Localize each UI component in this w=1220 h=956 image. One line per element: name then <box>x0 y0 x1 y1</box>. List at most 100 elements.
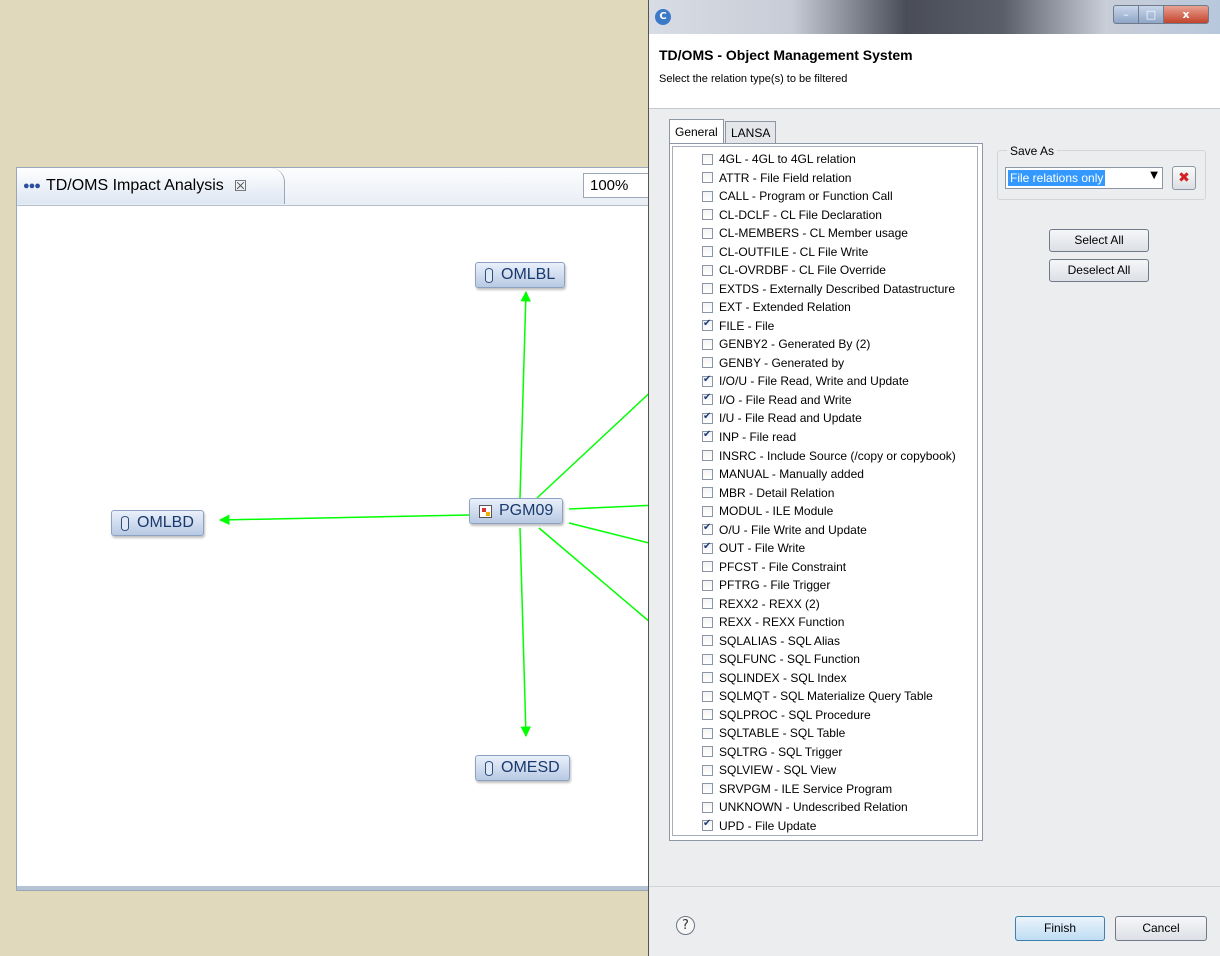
relation-item[interactable]: INSRC - Include Source (/copy or copyboo… <box>673 446 977 465</box>
tab-general[interactable]: General <box>669 119 724 143</box>
cancel-button[interactable]: Cancel <box>1115 916 1207 941</box>
relation-checkbox[interactable] <box>702 746 713 758</box>
relation-checkbox[interactable] <box>702 690 713 702</box>
help-icon[interactable]: ? <box>676 916 695 935</box>
relation-item[interactable]: MANUAL - Manually added <box>673 465 977 484</box>
relation-checkbox[interactable] <box>702 561 713 573</box>
relation-checkbox[interactable] <box>702 468 713 480</box>
relation-checkbox[interactable] <box>702 374 713 387</box>
relation-checkbox[interactable] <box>702 801 713 813</box>
relation-checkbox[interactable] <box>702 153 713 165</box>
relation-label: EXTDS - Externally Described Datastructu… <box>719 281 956 296</box>
relation-item[interactable]: FILE - File <box>673 317 977 336</box>
relation-item[interactable]: EXTDS - Externally Described Datastructu… <box>673 280 977 299</box>
relation-item[interactable]: SQLTABLE - SQL Table <box>673 724 977 743</box>
delete-filter-button[interactable]: ✖ <box>1172 166 1196 190</box>
relation-checkbox[interactable] <box>702 318 713 332</box>
relation-checkbox[interactable] <box>702 653 713 665</box>
relation-item[interactable]: CL-OUTFILE - CL File Write <box>673 243 977 262</box>
relation-item[interactable]: I/O/U - File Read, Write and Update <box>673 372 977 391</box>
relation-checkbox[interactable] <box>702 246 713 258</box>
relation-label: GENBY2 - Generated By (2) <box>719 337 871 352</box>
relation-checkbox[interactable] <box>702 283 713 295</box>
relation-checkbox[interactable] <box>702 301 713 313</box>
relation-checkbox[interactable] <box>702 522 713 536</box>
maximize-button[interactable]: □ <box>1138 5 1164 24</box>
chevron-down-icon[interactable]: ▼ <box>1150 170 1158 181</box>
relation-checkbox[interactable] <box>702 579 713 591</box>
relation-checkbox[interactable] <box>702 598 713 610</box>
relation-item[interactable]: UPD - File Update <box>673 817 977 836</box>
relation-checkbox[interactable] <box>702 487 713 499</box>
relation-item[interactable]: PFTRG - File Trigger <box>673 576 977 595</box>
relation-checkbox[interactable] <box>702 709 713 721</box>
relation-checkbox[interactable] <box>702 818 713 832</box>
dialog-titlebar[interactable]: C – □ x <box>649 0 1220 34</box>
relation-item[interactable]: MBR - Detail Relation <box>673 483 977 502</box>
relation-item[interactable]: REXX2 - REXX (2) <box>673 594 977 613</box>
relation-checkbox[interactable] <box>702 338 713 350</box>
node-pgm09[interactable]: PGM09 <box>469 498 564 524</box>
relation-item[interactable]: REXX - REXX Function <box>673 613 977 632</box>
relation-label: PFCST - File Constraint <box>719 559 847 574</box>
relation-item[interactable]: OUT - File Write <box>673 539 977 558</box>
relation-checkbox[interactable] <box>702 172 713 184</box>
relation-item[interactable]: SQLMQT - SQL Materialize Query Table <box>673 687 977 706</box>
relation-checkbox[interactable] <box>702 541 713 554</box>
node-omesd[interactable]: OMESD <box>475 755 570 781</box>
close-icon[interactable]: ☒ <box>234 177 247 195</box>
relation-checkbox[interactable] <box>702 505 713 517</box>
minimize-button[interactable]: – <box>1113 5 1139 24</box>
deselect-all-button[interactable]: Deselect All <box>1049 259 1149 282</box>
tab-impact-analysis[interactable]: ●●● TD/OMS Impact Analysis ☒ <box>17 168 285 204</box>
relation-item[interactable]: I/O - File Read and Write <box>673 391 977 410</box>
relation-item[interactable]: CALL - Program or Function Call <box>673 187 977 206</box>
node-omlbl[interactable]: OMLBL <box>475 262 566 288</box>
relation-item[interactable]: PFCST - File Constraint <box>673 557 977 576</box>
select-all-button[interactable]: Select All <box>1049 229 1149 252</box>
relation-checkbox[interactable] <box>702 227 713 239</box>
relation-list[interactable]: 4GL - 4GL to 4GL relation ATTR - File Fie… <box>672 146 978 836</box>
finish-button[interactable]: Finish <box>1015 916 1105 941</box>
relation-checkbox[interactable] <box>702 783 713 795</box>
relation-item[interactable]: SQLTRG - SQL Trigger <box>673 743 977 762</box>
save-as-combo[interactable]: File relations only ▼ <box>1005 167 1163 189</box>
relation-label: INP - File read <box>719 429 797 444</box>
relation-item[interactable]: SRVPGM - ILE Service Program <box>673 780 977 799</box>
relation-checkbox[interactable] <box>702 727 713 739</box>
relation-item[interactable]: CL-DCLF - CL File Declaration <box>673 206 977 225</box>
relation-item[interactable]: SQLFUNC - SQL Function <box>673 650 977 669</box>
relation-item[interactable]: GENBY2 - Generated By (2) <box>673 335 977 354</box>
relation-checkbox[interactable] <box>702 264 713 276</box>
relation-checkbox[interactable] <box>702 672 713 684</box>
relation-checkbox[interactable] <box>702 635 713 647</box>
relation-checkbox[interactable] <box>702 190 713 202</box>
relation-checkbox[interactable] <box>702 411 713 424</box>
relation-item[interactable]: I/U - File Read and Update <box>673 409 977 428</box>
relation-item[interactable]: SQLPROC - SQL Procedure <box>673 705 977 724</box>
relation-item[interactable]: SQLINDEX - SQL Index <box>673 668 977 687</box>
relation-item[interactable]: EXT - Extended Relation <box>673 298 977 317</box>
relation-item[interactable]: ATTR - File Field relation <box>673 169 977 188</box>
tab-lansa[interactable]: LANSA <box>725 121 777 143</box>
relation-checkbox[interactable] <box>702 764 713 776</box>
relation-item[interactable]: UNKNOWN - Undescribed Relation <box>673 798 977 817</box>
relation-item[interactable]: CL-OVRDBF - CL File Override <box>673 261 977 280</box>
relation-item[interactable]: SQLVIEW - SQL View <box>673 761 977 780</box>
zoom-combo[interactable]: 100% <box>583 173 653 198</box>
close-button[interactable]: x <box>1163 5 1209 24</box>
relation-checkbox[interactable] <box>702 429 713 443</box>
node-omlbd[interactable]: OMLBD <box>111 510 204 536</box>
relation-item[interactable]: MODUL - ILE Module <box>673 502 977 521</box>
relation-item[interactable]: GENBY - Generated by <box>673 354 977 373</box>
relation-item[interactable]: O/U - File Write and Update <box>673 520 977 539</box>
relation-checkbox[interactable] <box>702 209 713 221</box>
relation-item[interactable]: CL-MEMBERS - CL Member usage <box>673 224 977 243</box>
relation-checkbox[interactable] <box>702 616 713 628</box>
relation-item[interactable]: 4GL - 4GL to 4GL relation <box>673 150 977 169</box>
relation-item[interactable]: SQLALIAS - SQL Alias <box>673 631 977 650</box>
relation-item[interactable]: INP - File read <box>673 428 977 447</box>
relation-checkbox[interactable] <box>702 357 713 369</box>
relation-checkbox[interactable] <box>702 392 713 406</box>
relation-checkbox[interactable] <box>702 450 713 461</box>
